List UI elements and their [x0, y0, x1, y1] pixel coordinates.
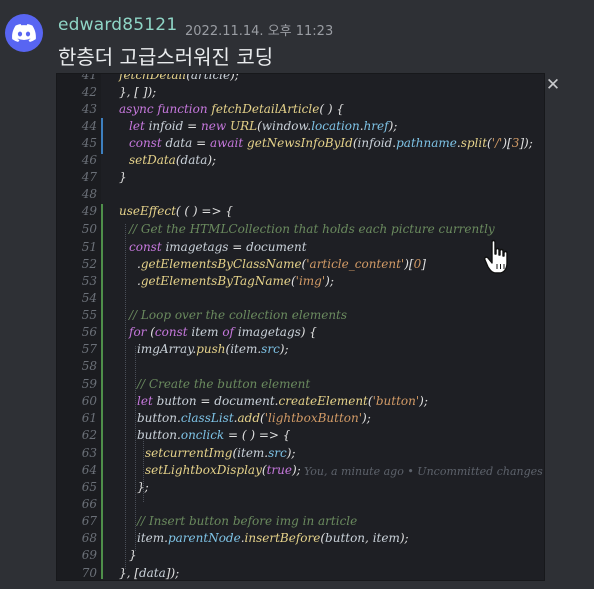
git-modified-marker: [101, 118, 103, 154]
line-number: 56: [81, 325, 97, 339]
code-screenshot[interactable]: 41 42 43 44 45 46 47 48 49 50 51 52 53 5…: [57, 74, 544, 580]
code-line: imgArray.push(item.src);: [137, 342, 289, 356]
line-number: 63: [81, 446, 97, 460]
line-number: 58: [81, 359, 97, 373]
code-line: setLightboxDisplay(true);: [145, 463, 301, 477]
line-number: 66: [81, 497, 97, 511]
code-line: }: [129, 548, 137, 562]
line-number: 54: [81, 291, 97, 305]
code-line: button.classList.add('lightboxButton');: [137, 411, 371, 425]
line-number: 47: [81, 170, 97, 184]
line-number: 49: [81, 204, 97, 218]
line-number: 65: [81, 480, 97, 494]
code-line: for (const item of imagetags) {: [129, 325, 317, 339]
line-number: 67: [81, 514, 97, 528]
line-number: 60: [81, 394, 97, 408]
avatar[interactable]: [5, 14, 43, 52]
code-line: // Loop over the collection elements: [129, 308, 348, 322]
indent-guide: [125, 224, 126, 569]
line-number: 55: [81, 308, 97, 322]
code-line: const data = await getNewsInfoById(infoi…: [129, 136, 533, 150]
code-line: }: [119, 170, 127, 184]
indent-guide: [135, 346, 136, 551]
code-line: // Get the HTMLCollection that holds eac…: [129, 222, 495, 236]
discord-logo-icon: [12, 24, 36, 42]
code-line: async function fetchDetailArticle( ) {: [119, 102, 344, 116]
line-number: 62: [81, 428, 97, 442]
code-line: };: [137, 480, 149, 494]
code-line: }, [data]);: [119, 566, 180, 580]
code-line: setData(data);: [129, 153, 217, 167]
code-line: fetchDetail(article);: [119, 74, 239, 82]
line-number: 50: [81, 222, 97, 236]
code-line: button.onclick = ( ) => {: [137, 428, 291, 442]
line-number: 48: [81, 187, 97, 201]
message-text: 한층더 고급스러워진 코딩: [58, 45, 274, 69]
line-number: 64: [81, 463, 97, 477]
username[interactable]: edward85121: [58, 15, 177, 35]
line-number: 51: [81, 240, 97, 254]
line-number: 41: [81, 74, 97, 82]
line-number: 42: [81, 85, 97, 99]
git-added-marker: [101, 204, 103, 579]
code-line: // Insert button before img in article: [137, 514, 358, 528]
line-number: 43: [81, 102, 97, 116]
line-number: 52: [81, 257, 97, 271]
line-number: 68: [81, 531, 97, 545]
code-line: let button = document.createElement('but…: [137, 394, 428, 408]
hand-pointer-icon: [484, 239, 508, 274]
git-blame-annotation: You, a minute ago • Uncommitted changes: [304, 465, 543, 478]
line-number: 70: [81, 566, 97, 580]
code-line: setcurrentImg(item.src);: [145, 446, 296, 460]
line-number: 59: [81, 377, 97, 391]
code-line: .getElementsByTagName('img');: [137, 274, 334, 288]
code-line: const imagetags = document: [129, 240, 307, 254]
line-number: 44: [81, 119, 97, 133]
close-icon[interactable]: ✕: [545, 77, 561, 94]
line-number: 61: [81, 411, 97, 425]
message-timestamp: 2022.11.14. 오후 11:23: [185, 24, 334, 39]
line-number: 53: [81, 274, 97, 288]
code-line: let infoid = new URL(window.location.hre…: [129, 119, 398, 133]
line-number: 57: [81, 342, 97, 356]
code-line: }, [ ]);: [119, 85, 157, 99]
code-line: item.parentNode.insertBefore(button, ite…: [137, 531, 409, 545]
line-number: 46: [81, 153, 97, 167]
code-line: // Create the button element: [137, 377, 311, 391]
code-line: .getElementsByClassName('article_content…: [137, 257, 426, 271]
code-line: useEffect( ( ) => {: [119, 204, 233, 218]
line-number: 69: [81, 548, 97, 562]
line-number: 45: [81, 136, 97, 150]
